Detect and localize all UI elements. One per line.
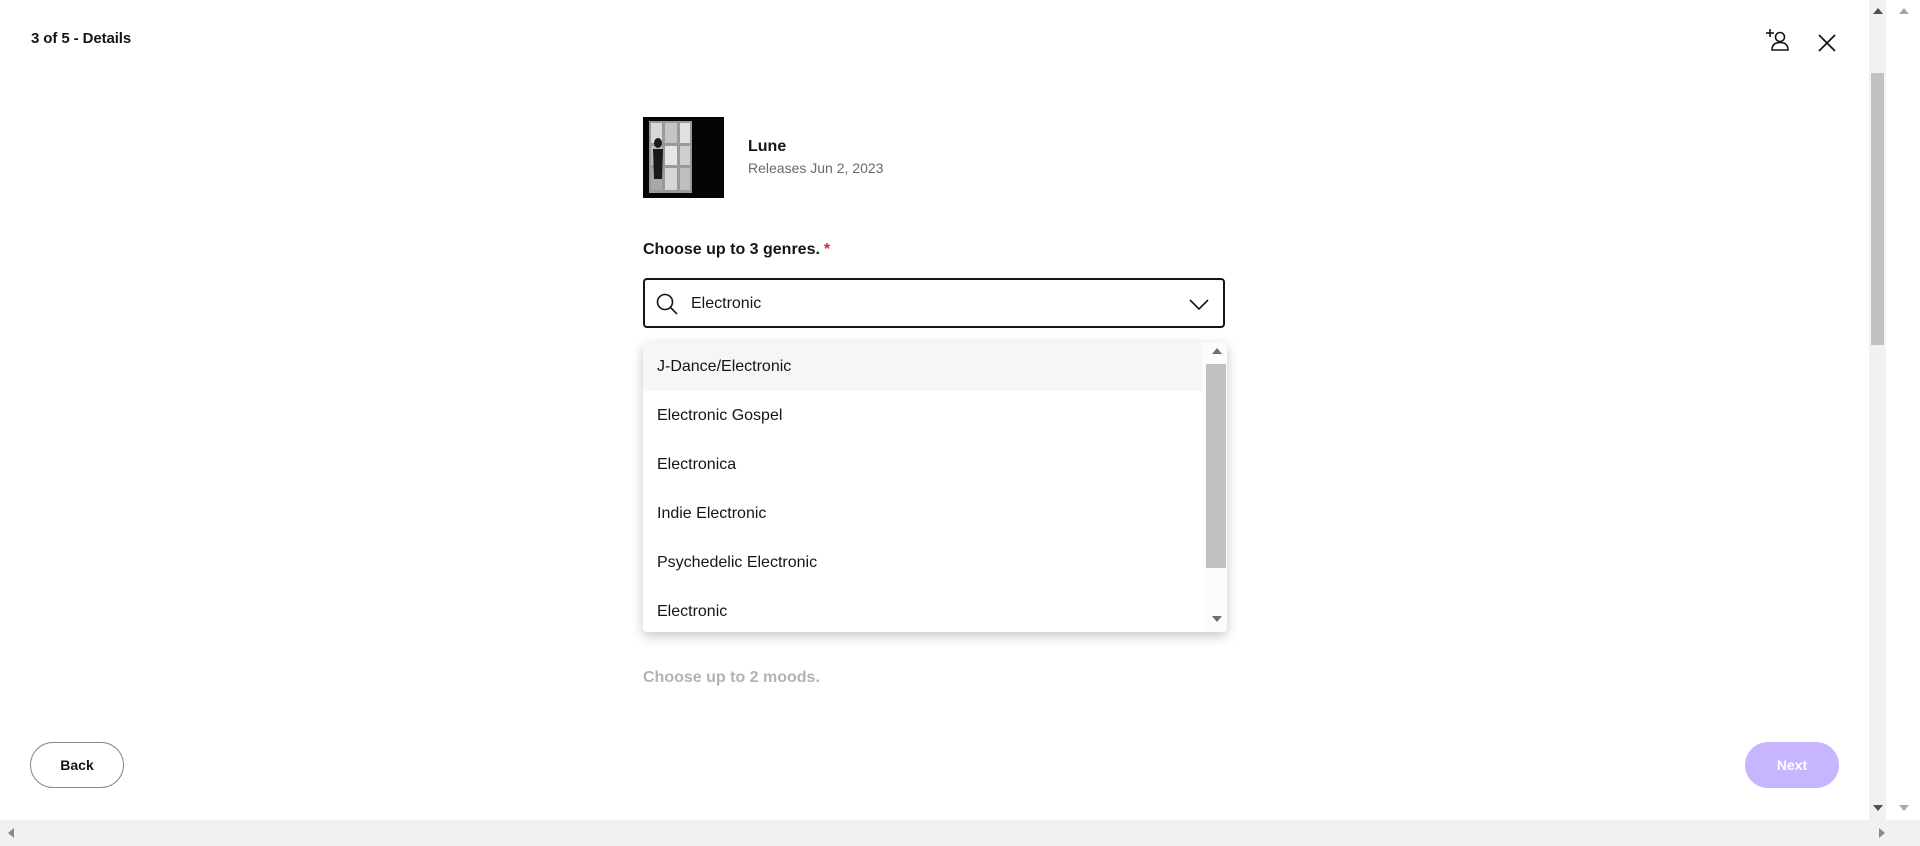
- genre-search-field[interactable]: [643, 278, 1225, 328]
- genres-label-text: Choose up to 3 genres.: [643, 241, 820, 258]
- genre-dropdown-list[interactable]: J-Dance/Electronic Electronic Gospel Ele…: [643, 342, 1227, 632]
- genre-option[interactable]: Electronic: [643, 587, 1203, 632]
- release-title: Lune: [748, 138, 787, 155]
- scroll-right-arrow-icon[interactable]: [1879, 828, 1885, 838]
- back-button[interactable]: Back: [30, 742, 124, 788]
- search-icon: [656, 293, 678, 315]
- page-horizontal-scrollbar[interactable]: [0, 820, 1920, 846]
- scroll-down-arrow-icon[interactable]: [1212, 616, 1222, 622]
- moods-label: Choose up to 2 moods.: [643, 669, 820, 686]
- genre-option[interactable]: Indie Electronic: [643, 489, 1203, 538]
- genre-option[interactable]: Psychedelic Electronic: [643, 538, 1203, 587]
- add-user-icon[interactable]: [1761, 24, 1793, 56]
- scroll-left-arrow-icon[interactable]: [8, 828, 14, 838]
- scroll-up-arrow-icon[interactable]: [1899, 8, 1909, 14]
- next-button[interactable]: Next: [1745, 742, 1839, 788]
- scroll-up-arrow-icon[interactable]: [1212, 348, 1222, 354]
- required-marker: *: [823, 241, 831, 258]
- page-title: 3 of 5 - Details: [31, 30, 132, 47]
- genre-option[interactable]: Electronica: [643, 440, 1203, 489]
- release-date: Releases Jun 2, 2023: [748, 160, 884, 176]
- outer-scroll-gutter: [1886, 0, 1920, 820]
- genre-search-input[interactable]: [689, 288, 1173, 320]
- genres-label: Choose up to 3 genres. *: [643, 241, 830, 259]
- dropdown-scrollbar-thumb[interactable]: [1206, 364, 1226, 568]
- page-scrollbar-thumb[interactable]: [1871, 73, 1884, 345]
- genre-option[interactable]: Electronic Gospel: [643, 391, 1203, 440]
- close-icon[interactable]: [1811, 27, 1843, 59]
- chevron-down-icon[interactable]: [1187, 294, 1211, 314]
- scroll-up-arrow-icon[interactable]: [1873, 8, 1883, 14]
- scroll-down-arrow-icon[interactable]: [1899, 805, 1909, 811]
- album-cover: [643, 117, 724, 198]
- genre-option[interactable]: J-Dance/Electronic: [643, 342, 1203, 391]
- scroll-down-arrow-icon[interactable]: [1873, 805, 1883, 811]
